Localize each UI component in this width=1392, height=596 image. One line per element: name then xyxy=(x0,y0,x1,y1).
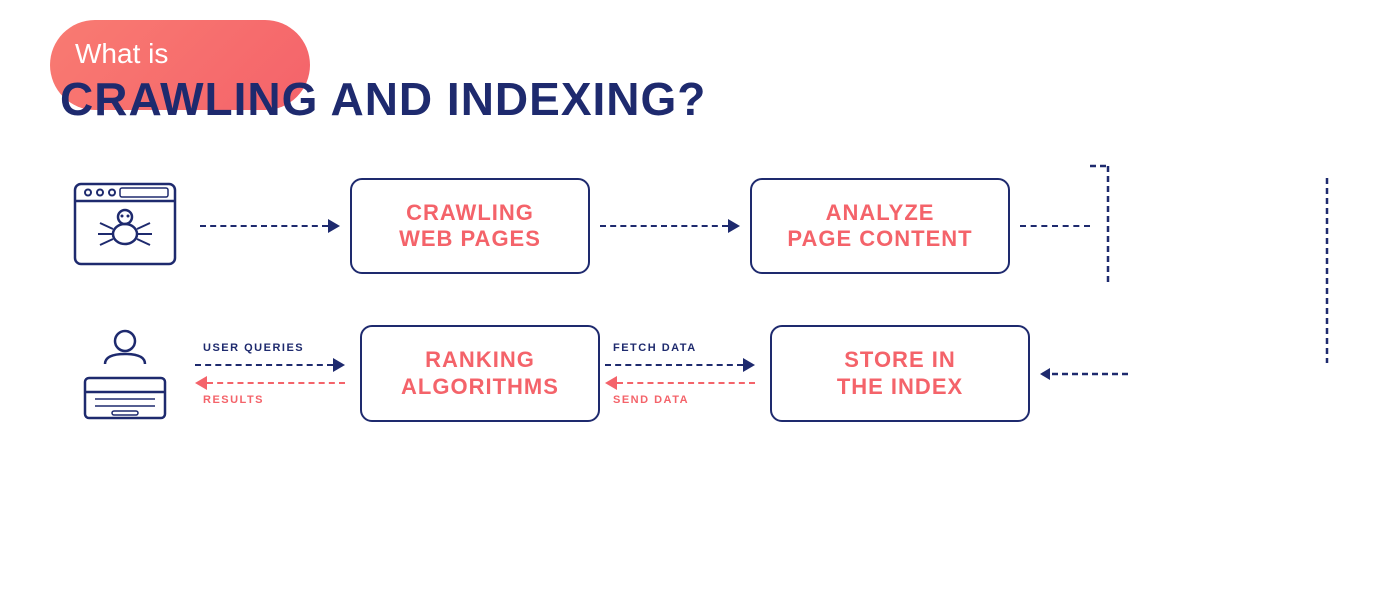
send-data-label: SEND DATA xyxy=(613,394,689,406)
results-label: RESULTS xyxy=(203,394,264,406)
store-index-label: STORE INTHE INDEX xyxy=(802,347,998,400)
right-connector-bottom xyxy=(1040,364,1130,384)
arrow-1 xyxy=(200,219,340,233)
arrow-2 xyxy=(600,219,740,233)
user-queries-label: USER QUERIES xyxy=(203,342,304,354)
fetch-send-arrows: FETCH DATA SEND DATA xyxy=(605,342,765,406)
crawling-box: CRAWLINGWEB PAGES xyxy=(350,178,590,275)
header-subtitle: What is xyxy=(75,30,1332,70)
row-2: USER QUERIES RESULTS RANKINGALGORITHMS xyxy=(60,321,1332,426)
header-title: CRAWLING AND INDEXING? xyxy=(60,72,1332,126)
browser-spider-icon xyxy=(60,174,190,279)
ranking-box: RANKINGALGORITHMS xyxy=(360,325,600,422)
user-queries-arrows: USER QUERIES RESULTS xyxy=(195,342,355,406)
right-connector-top xyxy=(1020,166,1110,286)
header: What is CRAWLING AND INDEXING? xyxy=(60,30,1332,126)
user-laptop-icon xyxy=(60,321,190,426)
crawling-label: CRAWLINGWEB PAGES xyxy=(382,200,558,253)
ranking-label: RANKINGALGORITHMS xyxy=(392,347,568,400)
main-container: What is CRAWLING AND INDEXING? xyxy=(0,0,1392,596)
analyze-box: ANALYZEPAGE CONTENT xyxy=(750,178,1010,275)
store-index-box: STORE INTHE INDEX xyxy=(770,325,1030,422)
row-1: CRAWLINGWEB PAGES ANALYZEPAGE CONTENT xyxy=(60,166,1332,286)
fetch-data-label: FETCH DATA xyxy=(613,342,697,354)
analyze-label: ANALYZEPAGE CONTENT xyxy=(782,200,978,253)
